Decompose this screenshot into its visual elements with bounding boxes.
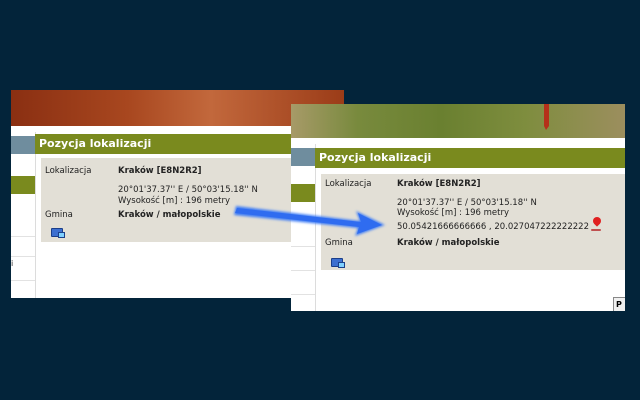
banner-decoration <box>544 104 549 126</box>
lokalizacja-value: Kraków [E8N2R2] <box>118 166 202 176</box>
sidebar: i <box>11 132 36 298</box>
gmina-label: Gmina <box>45 210 73 220</box>
banner-divider <box>291 138 625 144</box>
sidebar-divider <box>11 236 35 237</box>
sidebar-divider <box>11 256 35 257</box>
lokalizacja-label: Lokalizacja <box>325 179 372 189</box>
banner-decoration <box>544 126 549 130</box>
sidebar-active-tab[interactable] <box>11 176 35 194</box>
location-panel: Lokalizacja Kraków [E8N2R2] 20°01'37.37'… <box>321 174 625 270</box>
sidebar-tab[interactable] <box>291 148 315 166</box>
gmina-value: Kraków / małopolskie <box>118 210 221 220</box>
coordinates-dms: 20°01'37.37'' E / 50°03'15.18'' N <box>118 185 258 195</box>
library-icon[interactable] <box>331 258 345 268</box>
gmina-value: Kraków / małopolskie <box>397 238 500 248</box>
panel-title: Pozycja lokalizacji <box>315 148 625 168</box>
coordinates-decimal: 50.05421666666666 , 20.027047222222222 <box>397 222 589 232</box>
map-pin-icon[interactable] <box>591 215 603 227</box>
sidebar-divider <box>291 246 315 247</box>
map-pin-base <box>591 229 601 231</box>
coordinates-dms: 20°01'37.37'' E / 50°03'15.18'' N <box>397 198 537 208</box>
corner-button[interactable]: P <box>613 297 625 311</box>
sidebar-tab[interactable] <box>11 136 35 154</box>
lokalizacja-label: Lokalizacja <box>45 166 92 176</box>
altitude-text: Wysokość [m] : 196 metry <box>118 196 231 206</box>
library-icon[interactable] <box>51 228 65 238</box>
sidebar-active-tab[interactable] <box>291 184 315 202</box>
sidebar-divider <box>11 280 35 281</box>
sidebar-divider <box>291 294 315 295</box>
sidebar-item-label[interactable]: i <box>11 259 13 268</box>
gmina-label: Gmina <box>325 238 353 248</box>
sidebar-divider <box>291 270 315 271</box>
header-banner <box>291 104 625 138</box>
screenshot-after: Pozycja lokalizacji Lokalizacja Kraków [… <box>291 104 625 311</box>
sidebar <box>291 144 316 311</box>
lokalizacja-value: Kraków [E8N2R2] <box>397 179 481 189</box>
altitude-text: Wysokość [m] : 196 metry <box>397 208 510 218</box>
